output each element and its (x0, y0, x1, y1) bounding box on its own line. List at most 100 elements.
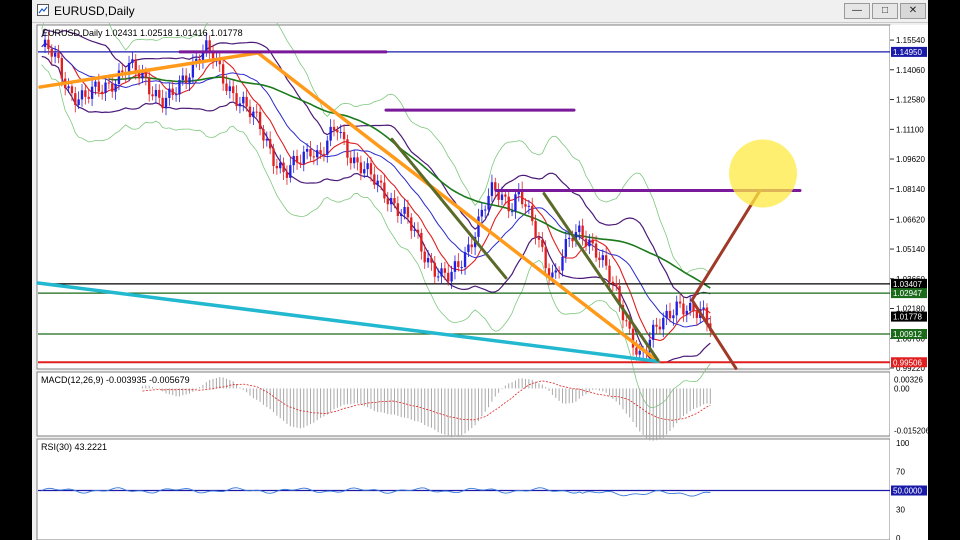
candle-body (74, 93, 77, 106)
candle-body (329, 126, 332, 141)
candle-body (487, 195, 490, 210)
candle-body (564, 239, 568, 257)
candle-body (151, 94, 154, 97)
candle-body (601, 255, 604, 261)
candle-body (235, 93, 238, 107)
candle-body (248, 106, 252, 118)
candle-body (615, 283, 618, 287)
candle-body (467, 244, 470, 253)
candle-body (134, 59, 137, 72)
candle-body (369, 163, 373, 175)
candle-body (531, 205, 534, 222)
candle-body (282, 162, 285, 173)
candle-body (43, 39, 47, 47)
candle-body (228, 86, 232, 92)
candle-body (316, 150, 319, 158)
candle-body (164, 97, 168, 109)
candle-body (174, 94, 178, 96)
minimize-button[interactable]: — (844, 3, 870, 19)
candle-body (463, 252, 467, 268)
candle-body (652, 324, 655, 340)
rsi-level-label: 50.0000 (893, 487, 922, 496)
candle-body (312, 156, 316, 158)
price-tick-label: 1.15540 (896, 36, 925, 45)
price-label-text: 1.14950 (893, 48, 922, 57)
candle-body (208, 40, 211, 52)
candle-body (285, 172, 289, 178)
candle-body (205, 40, 208, 52)
candle-body (373, 174, 376, 185)
title-bar[interactable]: EURUSD,Daily — □ ✕ (32, 0, 928, 23)
candle-body (507, 196, 510, 212)
chart-window: 0.00326 0.00 -0.015206 100 70 30 0 50.0000 1.1… (32, 0, 928, 540)
candle-body (604, 255, 608, 266)
candle-body (447, 272, 450, 282)
price-label-text: 1.03407 (893, 280, 922, 289)
candle-body (181, 75, 184, 81)
candle-body (638, 350, 641, 355)
candle-body (393, 198, 396, 204)
candle-body (336, 130, 339, 133)
candle-body (450, 271, 453, 282)
macd-tick-label: 0.00 (894, 384, 910, 393)
candle-body (635, 347, 638, 355)
candle-body (57, 52, 60, 59)
candle-body (292, 155, 295, 166)
candle-body (500, 194, 504, 200)
candle-body (678, 301, 682, 304)
candle-body (148, 77, 151, 95)
candle-body (363, 169, 366, 174)
candle-body (410, 217, 413, 231)
price-label-text: 1.01778 (893, 313, 922, 322)
candle-body (665, 310, 668, 318)
candle-body (359, 162, 363, 174)
restore-button[interactable]: □ (872, 3, 898, 19)
candle-body (117, 70, 121, 84)
chart-canvas[interactable]: 0.003260.00 -0.015206 100 70 30 0 50.0000 1.1… (32, 0, 928, 540)
candle-body (541, 239, 544, 248)
candle-body (423, 251, 426, 263)
candle-body (188, 77, 191, 83)
window-title: EURUSD,Daily (54, 4, 135, 18)
rsi-panel[interactable] (36, 438, 891, 540)
candle-body (524, 204, 527, 207)
candle-body (50, 48, 53, 57)
candle-body (416, 229, 420, 233)
candle-body (443, 268, 447, 273)
close-button[interactable]: ✕ (900, 3, 926, 19)
candle-body (568, 237, 571, 240)
price-tick-label: 1.08140 (896, 185, 925, 194)
price-tick-label: 1.06620 (896, 215, 925, 224)
candle-body (339, 132, 342, 134)
candle-body (584, 238, 588, 247)
candle-body (97, 81, 100, 92)
candle-body (383, 182, 386, 199)
candle-body (356, 157, 359, 163)
candle-body (258, 111, 262, 130)
candle-body (265, 138, 268, 141)
candle-body (578, 225, 581, 233)
candle-body (322, 153, 326, 155)
rsi-tick-label: 70 (896, 468, 905, 477)
candle-body (305, 149, 309, 152)
candle-body (400, 213, 403, 216)
candle-body (154, 89, 158, 97)
price-tick-label: 1.05140 (896, 245, 925, 254)
candle-body (433, 262, 436, 277)
candle-body (484, 209, 487, 211)
candle-body (60, 58, 64, 79)
candle-body (420, 232, 423, 252)
candle-body (168, 88, 171, 98)
candle-body (537, 237, 541, 240)
candle-body (279, 162, 282, 169)
candle-body (608, 265, 611, 282)
candle-body (477, 216, 480, 237)
candle-body (426, 257, 430, 263)
price-label-text: 1.02947 (893, 289, 922, 298)
candle-body (366, 163, 369, 170)
candle-body (107, 82, 111, 84)
candle-body (268, 138, 272, 149)
rsi-tick-label: 0 (896, 534, 901, 540)
price-tick-label: 1.09620 (896, 155, 925, 164)
candle-body (406, 207, 410, 218)
